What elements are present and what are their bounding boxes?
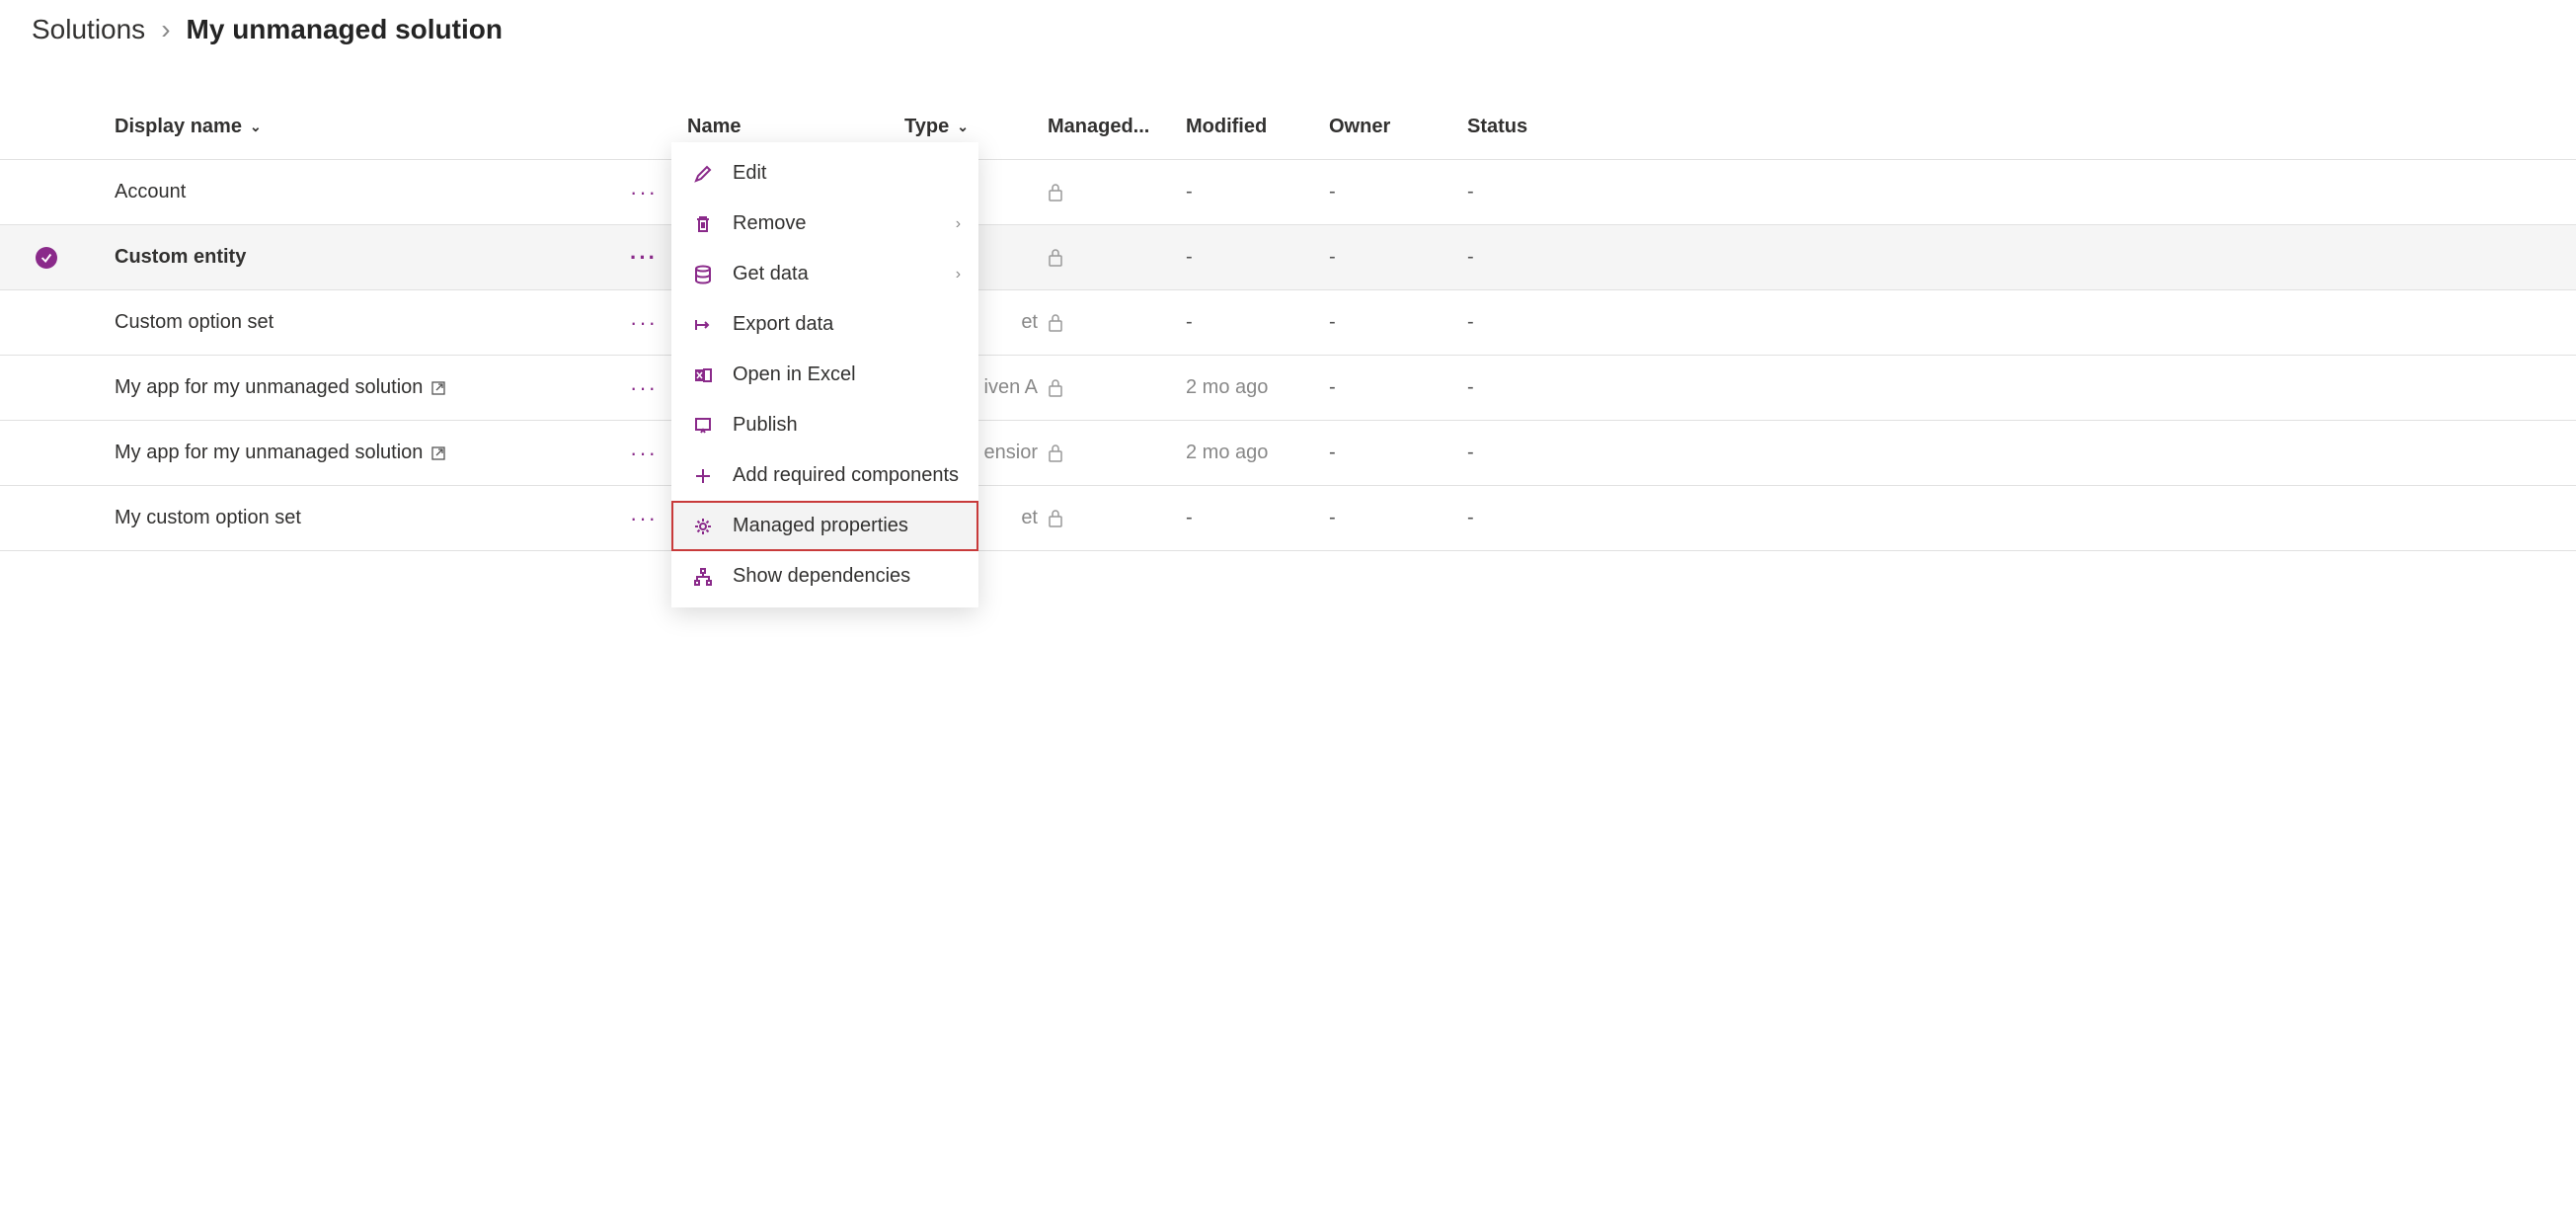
chevron-right-icon: › xyxy=(956,266,961,283)
lock-icon xyxy=(1048,313,1186,333)
menu-remove[interactable]: Remove › xyxy=(671,199,978,249)
cell-owner: - xyxy=(1329,376,1467,399)
cell-modified: - xyxy=(1186,507,1329,529)
table-header: Display name ⌄ Name Type ⌄ Managed... Mo… xyxy=(0,95,2576,160)
cell-owner: - xyxy=(1329,507,1467,529)
selected-check-icon xyxy=(36,247,57,269)
menu-show-dependencies[interactable]: Show dependencies xyxy=(671,551,978,602)
breadcrumb-current: My unmanaged solution xyxy=(187,14,503,45)
cell-display-name[interactable]: Custom entity ··· xyxy=(115,246,687,269)
cell-modified: - xyxy=(1186,311,1329,334)
menu-publish[interactable]: Publish xyxy=(671,400,978,450)
cell-modified: 2 mo ago xyxy=(1186,376,1329,399)
more-actions-icon[interactable]: ··· xyxy=(630,246,658,269)
cell-owner: - xyxy=(1329,311,1467,334)
cell-display-name[interactable]: Account ··· xyxy=(115,181,687,203)
table-row[interactable]: My custom option set ··· et - - - xyxy=(0,486,2576,551)
breadcrumb: Solutions › My unmanaged solution xyxy=(0,0,2576,75)
cell-display-name[interactable]: My custom option set ··· xyxy=(115,507,687,529)
table-row[interactable]: Custom entity ··· - - - xyxy=(0,225,2576,290)
col-type[interactable]: Type ⌄ xyxy=(904,116,1048,138)
col-name[interactable]: Name xyxy=(687,116,904,138)
trash-icon xyxy=(691,214,715,234)
lock-icon xyxy=(1048,183,1186,202)
menu-edit[interactable]: Edit xyxy=(671,148,978,199)
chevron-right-icon: › xyxy=(956,215,961,233)
context-menu: Edit Remove › Get data › Export data Ope… xyxy=(671,142,978,607)
cell-status: - xyxy=(1467,181,1600,203)
col-type-label: Type xyxy=(904,116,949,138)
cell-display-name[interactable]: My app for my unmanaged solution ··· xyxy=(115,376,687,399)
more-actions-icon[interactable]: ··· xyxy=(630,181,658,203)
col-modified[interactable]: Modified xyxy=(1186,116,1329,138)
open-external-icon xyxy=(430,380,446,396)
lock-icon xyxy=(1048,378,1186,398)
chevron-down-icon: ⌄ xyxy=(957,119,969,135)
cell-display-name[interactable]: Custom option set ··· xyxy=(115,311,687,334)
more-actions-icon[interactable]: ··· xyxy=(630,507,658,529)
solution-components-table: Display name ⌄ Name Type ⌄ Managed... Mo… xyxy=(0,75,2576,551)
cell-owner: - xyxy=(1329,442,1467,464)
menu-export-data[interactable]: Export data xyxy=(671,299,978,350)
menu-open-in-excel[interactable]: Open in Excel xyxy=(671,350,978,400)
cell-status: - xyxy=(1467,311,1600,334)
col-status[interactable]: Status xyxy=(1467,116,1600,138)
lock-icon xyxy=(1048,509,1186,528)
cell-status: - xyxy=(1467,507,1600,529)
table-row[interactable]: My app for my unmanaged solution ··· ens… xyxy=(0,421,2576,486)
excel-icon xyxy=(691,365,715,385)
menu-managed-properties[interactable]: Managed properties xyxy=(671,501,978,551)
plus-icon xyxy=(691,466,715,486)
open-external-icon xyxy=(430,445,446,461)
table-row[interactable]: Custom option set ··· et - - - xyxy=(0,290,2576,356)
more-actions-icon[interactable]: ··· xyxy=(630,376,658,399)
more-actions-icon[interactable]: ··· xyxy=(630,442,658,464)
cell-status: - xyxy=(1467,376,1600,399)
menu-add-required-components[interactable]: Add required components xyxy=(671,450,978,501)
chevron-right-icon: › xyxy=(161,14,170,45)
menu-get-data[interactable]: Get data › xyxy=(671,249,978,299)
cell-modified: - xyxy=(1186,246,1329,269)
cell-modified: 2 mo ago xyxy=(1186,442,1329,464)
hierarchy-icon xyxy=(691,567,715,587)
col-display-name-label: Display name xyxy=(115,116,242,138)
chevron-down-icon: ⌄ xyxy=(250,119,262,135)
col-owner[interactable]: Owner xyxy=(1329,116,1467,138)
cell-owner: - xyxy=(1329,246,1467,269)
cell-modified: - xyxy=(1186,181,1329,203)
cell-status: - xyxy=(1467,246,1600,269)
cell-display-name[interactable]: My app for my unmanaged solution ··· xyxy=(115,442,687,464)
col-display-name[interactable]: Display name ⌄ xyxy=(115,116,687,138)
more-actions-icon[interactable]: ··· xyxy=(630,311,658,334)
table-row[interactable]: My app for my unmanaged solution ··· ive… xyxy=(0,356,2576,421)
lock-icon xyxy=(1048,444,1186,463)
pencil-icon xyxy=(691,164,715,184)
cell-status: - xyxy=(1467,442,1600,464)
database-icon xyxy=(691,265,715,284)
breadcrumb-root[interactable]: Solutions xyxy=(32,14,145,45)
cell-owner: - xyxy=(1329,181,1467,203)
table-row[interactable]: Account ··· account Entity - - - xyxy=(0,160,2576,225)
export-icon xyxy=(691,315,715,335)
gear-icon xyxy=(691,517,715,536)
lock-icon xyxy=(1048,248,1186,268)
row-select[interactable] xyxy=(16,247,115,269)
col-managed[interactable]: Managed... xyxy=(1048,116,1186,138)
publish-icon xyxy=(691,416,715,436)
